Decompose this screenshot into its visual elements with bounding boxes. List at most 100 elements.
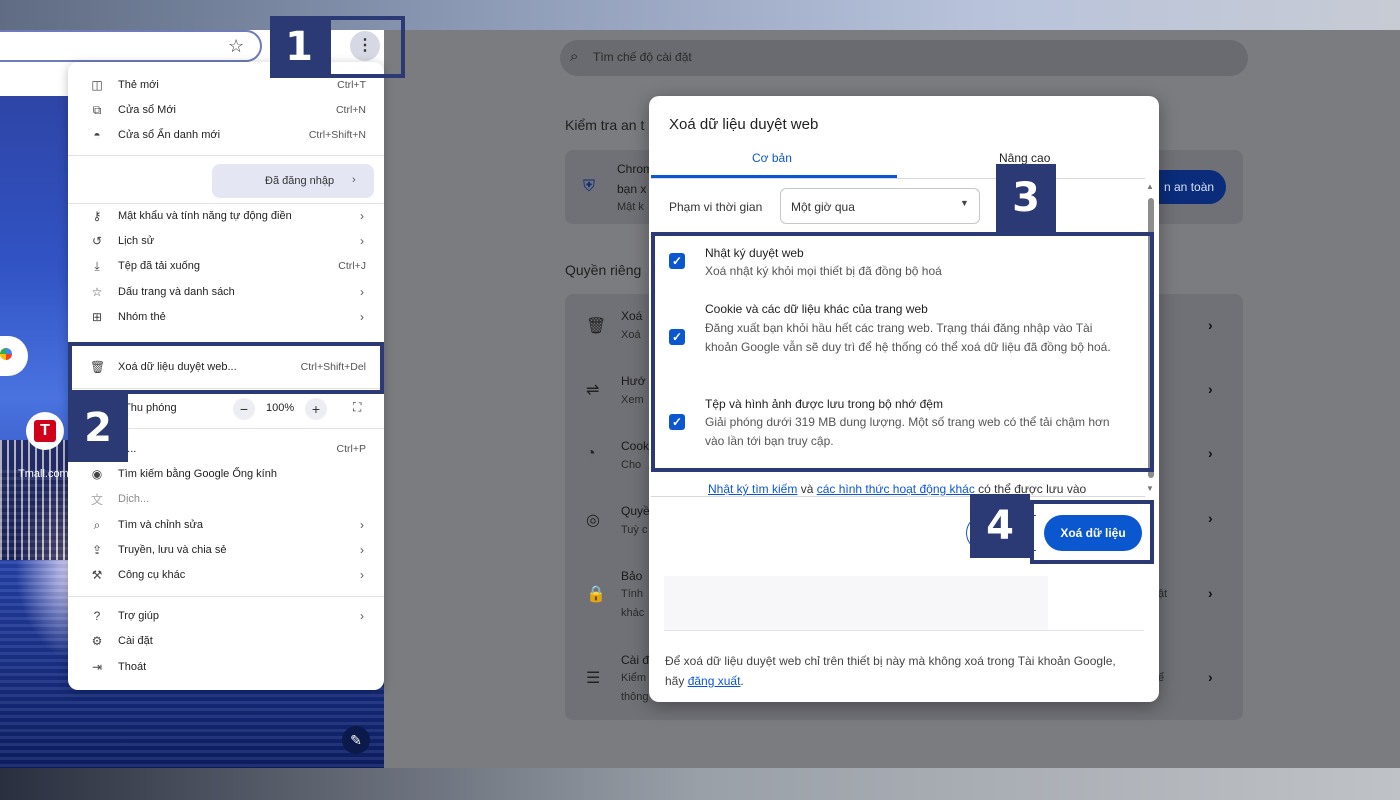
privacy-row-title[interactable]: Xoá <box>621 309 642 323</box>
menu-item-label: Dấu trang và danh sách <box>118 286 235 298</box>
tab-divider <box>651 178 1145 179</box>
chevron-right-icon[interactable]: › <box>1208 445 1213 461</box>
menu-item-label: Nhóm thẻ <box>118 311 166 323</box>
menu-item-help[interactable]: ? Trợ giúp › <box>68 604 384 628</box>
chevron-right-icon[interactable]: › <box>1208 510 1213 526</box>
browser-top-frame <box>0 0 1400 30</box>
highlight-menu-button <box>327 16 405 78</box>
fullscreen-icon[interactable]: ⛶ <box>353 400 361 415</box>
highlight-data-options <box>651 232 1154 472</box>
find-icon: ⌕ <box>93 517 101 532</box>
menu-item-label: Thoát <box>118 661 147 673</box>
privacy-row-title[interactable]: Bảo <box>621 569 642 583</box>
chevron-right-icon[interactable]: › <box>1208 381 1213 397</box>
chevron-right-icon: › <box>360 543 364 557</box>
highlight-clear-button <box>1030 500 1154 564</box>
menu-divider <box>68 596 384 597</box>
step-number-4: 4 <box>970 494 1030 558</box>
chevron-right-icon: › <box>360 285 364 299</box>
menu-item-bookmarks[interactable]: ☆ Dấu trang và danh sách › <box>68 280 384 304</box>
menu-item-label: Cài đặt <box>118 635 153 647</box>
time-range-label: Phạm vi thời gian <box>669 200 763 214</box>
shortcut-label-tmall: Tmall.com <box>18 468 69 480</box>
site-settings-icon: ◎ <box>586 512 600 529</box>
dialog-divider <box>651 496 1145 497</box>
menu-item-label: Tệp đã tải xuống <box>118 260 200 272</box>
chevron-right-icon: › <box>360 209 364 223</box>
chevron-right-icon[interactable]: › <box>1208 317 1213 333</box>
tab-basic[interactable]: Cơ bản <box>752 151 792 165</box>
privacy-row-subtitle: Kiểm <box>621 672 647 684</box>
dialog-title: Xoá dữ liệu duyệt web <box>669 116 819 133</box>
chevron-right-icon: › <box>360 568 364 582</box>
privacy-row-title[interactable]: Quyề <box>621 504 650 518</box>
menu-item-label: Cửa sổ Mới <box>118 104 176 116</box>
zoom-out-button[interactable]: − <box>233 398 255 420</box>
menu-item-label: Cửa sổ Ẩn danh mới <box>118 129 221 141</box>
star-icon: ☆ <box>91 285 103 299</box>
step-number-2: 2 <box>68 394 128 462</box>
privacy-row-subtitle: Tuỳ c <box>621 524 648 536</box>
menu-item-google-lens[interactable]: ◉ Tìm kiếm bằng Google Ống kính <box>68 462 384 486</box>
active-tab-indicator <box>651 175 897 178</box>
menu-item-label: Thẻ mới <box>118 79 159 91</box>
sign-out-note: Để xoá dữ liệu duyệt web chỉ trên thiết … <box>665 651 1135 691</box>
note-text: . <box>740 674 744 688</box>
privacy-row-subtitle: Tính <box>621 588 644 600</box>
menu-item-settings[interactable]: ⚙ Cài đặt <box>68 629 384 653</box>
menu-item-more-tools[interactable]: ⚒ Công cụ khác › <box>68 563 384 587</box>
menu-item-history[interactable]: ↺ Lịch sử › <box>68 229 384 253</box>
menu-item-shortcut: Ctrl+T <box>337 79 366 91</box>
privacy-row-title[interactable]: Cài đ <box>621 653 649 667</box>
google-lens-icon: ◉ <box>91 467 103 481</box>
search-history-link[interactable]: Nhật ký tìm kiếm <box>708 482 797 496</box>
privacy-row-subtitle: Xem <box>621 394 644 406</box>
google-apps-icon[interactable] <box>0 348 12 360</box>
menu-item-tab-groups[interactable]: ⊞ Nhóm thẻ › <box>68 305 384 329</box>
zoom-label: Thu phóng <box>124 402 177 414</box>
help-icon: ? <box>93 609 101 623</box>
star-icon[interactable]: ☆ <box>228 36 250 58</box>
dialog-divider <box>664 630 1144 631</box>
history-icon: ↺ <box>91 234 103 248</box>
menu-item-downloads[interactable]: ⤓ Tệp đã tải xuống Ctrl+J <box>68 254 384 278</box>
shield-icon: ⛨ <box>583 178 596 195</box>
pencil-icon[interactable]: ✎ <box>342 726 370 754</box>
other-activity-link[interactable]: các hình thức hoạt động khác <box>817 482 975 496</box>
lock-icon: 🔒 <box>586 586 606 603</box>
menu-item-new-window[interactable]: ⧉ Cửa sổ Mới Ctrl+N <box>68 98 384 122</box>
menu-item-shortcut: Ctrl+N <box>335 104 366 116</box>
menu-item-shortcut: Ctrl+J <box>338 260 366 272</box>
safety-check-subtext: Mật k <box>617 201 644 213</box>
step-number-1: 1 <box>270 16 328 78</box>
privacy-row-title[interactable]: Cook <box>621 439 649 453</box>
sign-out-link[interactable]: đăng xuất <box>688 674 741 688</box>
tab-advanced[interactable]: Nâng cao <box>999 151 1050 165</box>
settings-search-placeholder: Tìm chế độ cài đặt <box>593 50 692 64</box>
privacy-row-title[interactable]: Hướ <box>621 374 646 388</box>
menu-item-label: Công cụ khác <box>118 569 186 581</box>
menu-item-cast-save-share[interactable]: ⇪ Truyền, lưu và chia sẻ › <box>68 538 384 562</box>
menu-item-exit[interactable]: ⇥ Thoát <box>68 655 384 679</box>
time-range-value: Một giờ qua <box>791 200 855 214</box>
menu-item-label: Dịch... <box>118 493 150 505</box>
scroll-down-icon[interactable]: ▼ <box>1146 484 1154 493</box>
menu-item-find-edit[interactable]: ⌕ Tìm và chỉnh sửa › <box>68 513 384 537</box>
menu-item-incognito[interactable]: ◓ Cửa sổ Ẩn danh mới Ctrl+Shift+N <box>68 123 384 147</box>
menu-item-translate[interactable]: 文 Dịch... <box>68 487 384 511</box>
chevron-right-icon[interactable]: › <box>1208 585 1213 601</box>
chevron-right-icon[interactable]: › <box>1208 669 1213 685</box>
zoom-in-button[interactable]: + <box>305 398 327 420</box>
incognito-icon: ◓ <box>93 128 101 142</box>
menu-item-passwords[interactable]: ⚷ Mật khẩu và tính năng tự động điền › <box>68 204 384 228</box>
step-number-3: 3 <box>996 164 1056 232</box>
address-bar[interactable] <box>0 30 262 62</box>
profile-signed-in-label: Đã đăng nhập <box>265 175 335 187</box>
download-icon: ⤓ <box>94 258 100 273</box>
gear-icon: ⚙ <box>91 634 103 648</box>
menu-item-label: Truyền, lưu và chia sẻ <box>118 544 227 556</box>
privacy-row-subtitle: khác <box>621 607 645 619</box>
safety-check-heading: Kiểm tra an t <box>565 117 645 133</box>
privacy-heading: Quyền riêng <box>565 262 642 278</box>
scroll-up-icon[interactable]: ▲ <box>1146 182 1154 191</box>
